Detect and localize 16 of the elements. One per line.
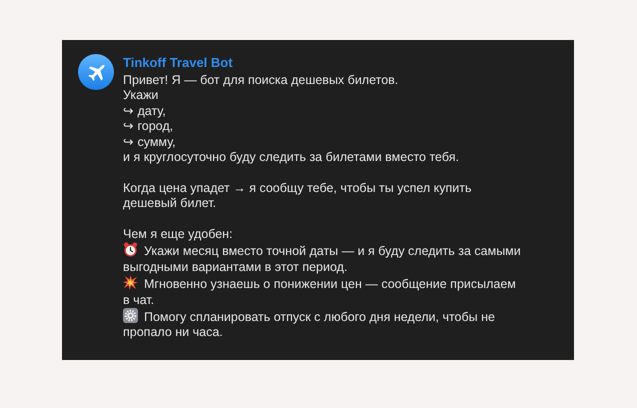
feature-line: Мгновенно узнаешь о понижении цен — сообщение присылаем в чат. [123, 275, 517, 308]
message-line: ↪ сумму, [123, 134, 176, 150]
alarm-clock-icon [123, 242, 138, 258]
message-line: и я круглосуточно буду следить за билетами вместо тебя. [123, 150, 459, 166]
feature-line: Помогу спланировать отпуск с любого дня недели, чтобы не пропало ни часа. [123, 308, 496, 341]
bot-avatar-icon [78, 54, 114, 90]
message-line: Укажи [123, 88, 158, 104]
message-line: ↪ дату, [123, 104, 166, 120]
sender-name: Tinkoff Travel Bot [123, 54, 233, 72]
message-line: Чем я еще удобен: [123, 227, 233, 242]
gear-icon [123, 308, 138, 324]
message-line: ↪ город, [123, 119, 174, 135]
message-line: Привет! Я — бот для поиска дешевых билетов. [123, 73, 398, 88]
feature-line: Укажи месяц вместо точной даты — и я буду следить за самыми выгодными вариантами в этот период. [123, 242, 521, 276]
collision-icon [123, 275, 138, 290]
message-line: Когда цена упадет → я сообщу тебе, чтобы ты успел купить дешевый билет. [123, 180, 473, 212]
